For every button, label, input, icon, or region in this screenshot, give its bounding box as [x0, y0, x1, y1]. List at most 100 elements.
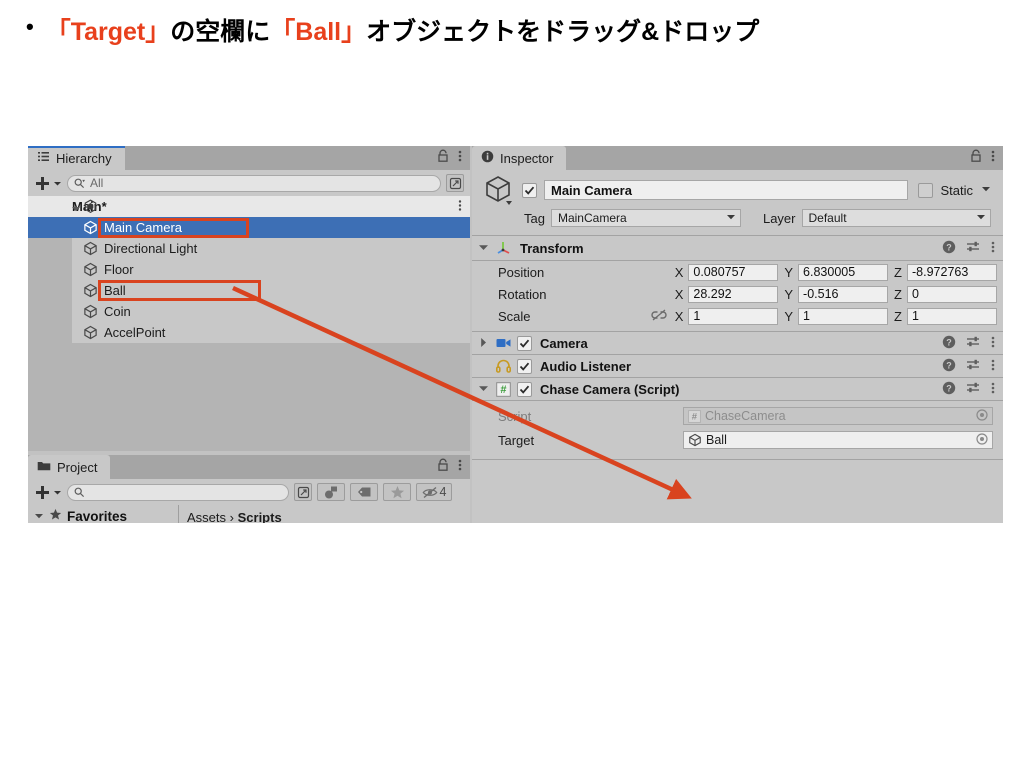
- transform-row-position: Position X 0.080757 Y 6.830005 Z -8.972763: [472, 261, 1003, 283]
- axis-group-z: Z -8.972763: [894, 263, 997, 281]
- transform-position-x-input[interactable]: 0.080757: [688, 263, 779, 281]
- breadcrumb: Assets › Scripts: [179, 510, 470, 523]
- lock-icon[interactable]: [970, 149, 982, 168]
- lock-icon[interactable]: [437, 458, 449, 477]
- help-icon[interactable]: ?: [942, 335, 956, 352]
- object-picker-icon[interactable]: [976, 432, 988, 448]
- chevron-down-icon[interactable]: [478, 241, 489, 256]
- project-tab-controls: [437, 455, 470, 479]
- tab-inspector-label: Inspector: [500, 150, 554, 166]
- value: 0.080757: [693, 265, 746, 279]
- component-enabled-checkbox[interactable]: [517, 381, 532, 397]
- preset-settings-icon[interactable]: [966, 335, 981, 352]
- transform-axis-icon: [496, 239, 512, 258]
- kebab-menu-icon[interactable]: [991, 240, 995, 257]
- star-icon[interactable]: [383, 483, 411, 501]
- static-checkbox[interactable]: [918, 182, 934, 198]
- transform-scale-z-input[interactable]: 1: [907, 307, 997, 325]
- hierarchy-item-label: Coin: [104, 304, 131, 319]
- chevron-right-icon[interactable]: [478, 336, 490, 351]
- component-enabled-checkbox[interactable]: [517, 335, 532, 351]
- lock-icon[interactable]: [437, 149, 449, 168]
- title-part-ball: 「Ball」: [270, 18, 367, 46]
- svg-text:?: ?: [946, 242, 952, 252]
- component-header-chase-camera-script[interactable]: # Chase Camera (Script)?: [472, 378, 1003, 400]
- chevron-down-icon[interactable]: [71, 202, 81, 217]
- hierarchy-search-input[interactable]: All: [67, 174, 441, 192]
- hidden-objects-toggle[interactable]: 4: [416, 483, 452, 501]
- object-picker-icon[interactable]: [976, 408, 988, 424]
- kebab-menu-icon[interactable]: [991, 358, 995, 375]
- transform-scale-x-input[interactable]: 1: [688, 307, 779, 325]
- hierarchy-item-directional-light[interactable]: Directional Light: [28, 238, 470, 259]
- link-broken-icon[interactable]: [651, 309, 667, 324]
- kebab-menu-icon[interactable]: [458, 149, 462, 168]
- kebab-menu-icon[interactable]: [991, 381, 995, 398]
- svg-text:?: ?: [946, 383, 952, 393]
- hierarchy-scene-row[interactable]: Main*: [28, 196, 470, 217]
- axis-group-x: X1: [675, 307, 779, 325]
- transform-position-z-input[interactable]: -8.972763: [907, 263, 997, 281]
- preset-settings-icon[interactable]: [966, 358, 981, 375]
- camera-icon: [496, 337, 513, 349]
- favorites-row[interactable]: Favorites: [28, 508, 178, 523]
- transform-position-y-input[interactable]: 6.830005: [798, 263, 889, 281]
- tab-inspector[interactable]: Inspector: [472, 146, 567, 170]
- add-gameobject-button[interactable]: [34, 175, 62, 192]
- scene-kebab-menu-icon[interactable]: [458, 199, 462, 215]
- popout-icon[interactable]: [446, 174, 464, 192]
- axis-group-z: Z0: [894, 285, 997, 303]
- hierarchy-item-coin[interactable]: Coin: [28, 301, 470, 322]
- create-asset-button[interactable]: [34, 484, 62, 501]
- gameobject-enabled-checkbox[interactable]: [522, 182, 537, 198]
- project-panel: Project 4 Favorites Assets › Scripts: [28, 455, 470, 523]
- kebab-menu-icon[interactable]: [991, 149, 995, 168]
- hierarchy-item-accelpoint[interactable]: AccelPoint: [28, 322, 470, 343]
- help-icon[interactable]: ?: [942, 358, 956, 375]
- breadcrumb-leaf[interactable]: Scripts: [238, 510, 282, 523]
- tab-hierarchy[interactable]: Hierarchy: [28, 146, 125, 170]
- component-enabled-checkbox[interactable]: [517, 358, 532, 374]
- project-search-input[interactable]: [67, 483, 289, 501]
- preset-settings-icon[interactable]: [966, 240, 981, 257]
- chevron-down-icon[interactable]: [478, 382, 490, 397]
- help-icon[interactable]: ?: [942, 381, 956, 398]
- tab-project[interactable]: Project: [28, 455, 111, 479]
- component-list: Camera? Audio Listener? # Chase Camera (Scr…: [472, 332, 1003, 401]
- script-prop-label-script: Script: [498, 408, 532, 424]
- script-prop-row-target: Target Ball: [472, 428, 1003, 452]
- kebab-menu-icon[interactable]: [458, 458, 462, 477]
- hierarchy-item-main-camera[interactable]: Main Camera: [28, 217, 470, 238]
- script-prop-field-script[interactable]: # ChaseCamera: [683, 407, 993, 425]
- chevron-down-icon[interactable]: [34, 509, 44, 524]
- transform-component-header[interactable]: Transform ?: [472, 236, 1003, 260]
- transform-rotation-x-input[interactable]: 28.292: [688, 285, 779, 303]
- popout-icon[interactable]: [294, 483, 312, 501]
- type-filter-icon[interactable]: [317, 483, 345, 501]
- breadcrumb-root[interactable]: Assets: [187, 510, 226, 523]
- gameobject-cube-icon: [83, 241, 98, 259]
- component-header-camera[interactable]: Camera?: [472, 332, 1003, 354]
- kebab-menu-icon[interactable]: [991, 335, 995, 352]
- transform-rotation-label: Rotation: [498, 286, 547, 302]
- hierarchy-item-floor[interactable]: Floor: [28, 259, 470, 280]
- gameobject-name-input[interactable]: Main Camera: [544, 180, 909, 200]
- static-dropdown-caret-icon[interactable]: [981, 181, 991, 199]
- preset-settings-icon[interactable]: [966, 381, 981, 398]
- hierarchy-item-ball[interactable]: Ball: [28, 280, 470, 301]
- transform-scale-y-input[interactable]: 1: [798, 307, 889, 325]
- hierarchy-tabbar: Hierarchy: [28, 146, 470, 170]
- info-icon: [481, 150, 494, 166]
- transform-rotation-y-input[interactable]: -0.516: [798, 285, 889, 303]
- script-prop-field-target[interactable]: Ball: [683, 431, 993, 449]
- label-tag-icon[interactable]: [350, 483, 378, 501]
- transform-header-controls: ?: [942, 240, 995, 257]
- component-title: Camera: [540, 335, 588, 351]
- layer-dropdown[interactable]: Default: [801, 209, 991, 227]
- value: -8.972763: [912, 265, 969, 279]
- svg-text:#: #: [500, 384, 506, 396]
- help-icon[interactable]: ?: [942, 240, 956, 257]
- tag-dropdown[interactable]: MainCamera: [550, 209, 741, 227]
- component-header-audio-listener[interactable]: Audio Listener?: [472, 355, 1003, 377]
- transform-rotation-z-input[interactable]: 0: [907, 285, 997, 303]
